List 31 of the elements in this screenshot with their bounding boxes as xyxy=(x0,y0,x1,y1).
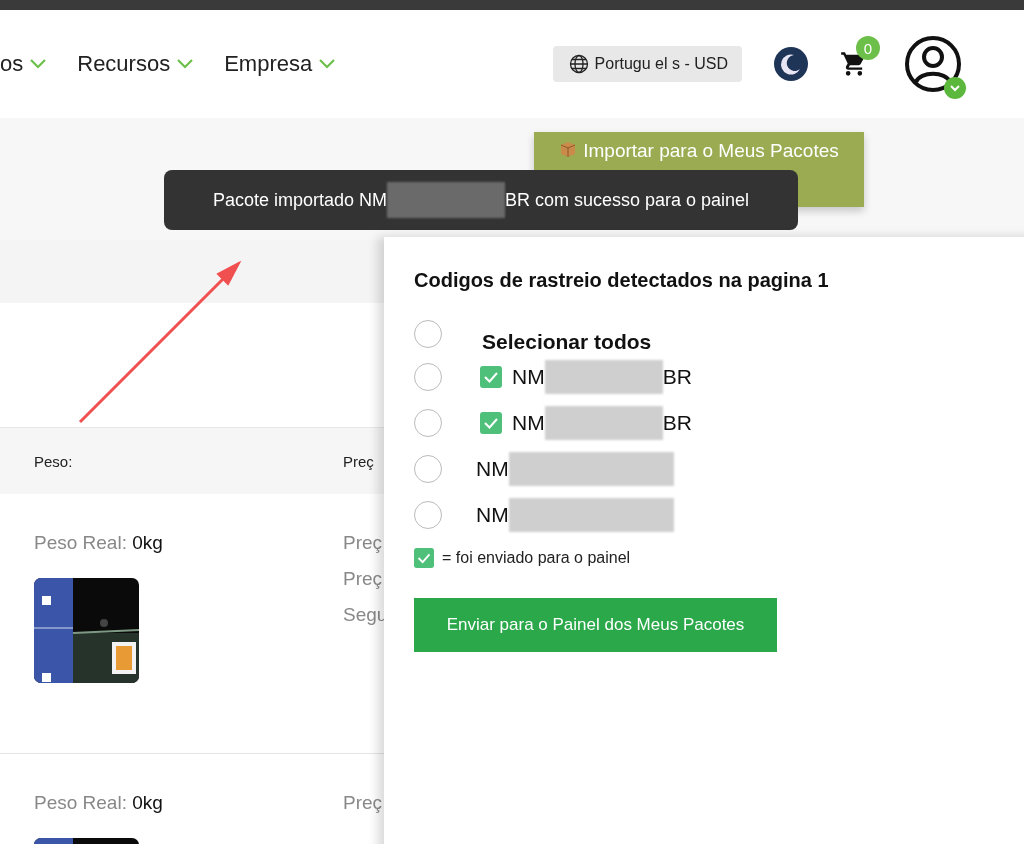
chevron-icon xyxy=(29,58,48,70)
moon-icon[interactable] xyxy=(774,47,808,81)
legend-text: = foi enviado para o painel xyxy=(442,549,631,567)
box-icon xyxy=(559,140,578,158)
tracking-code: NM xyxy=(512,365,545,389)
globe-icon xyxy=(568,54,589,74)
tracking-code: NM xyxy=(512,411,545,435)
chevron-icon xyxy=(176,58,195,70)
chevron-icon xyxy=(318,58,337,70)
price-label: Preç xyxy=(343,568,384,590)
tracking-code: NM xyxy=(476,503,509,527)
column-header: Preç xyxy=(343,452,374,470)
language-button[interactable]: Portugu el s - USD xyxy=(552,46,742,82)
panel-title: Codigos de rastreio detectados na pagina 1 xyxy=(414,269,830,292)
nav-link[interactable]: os xyxy=(0,51,48,77)
sent-check-icon xyxy=(414,548,434,568)
select-all-label[interactable]: Selecionar todos xyxy=(482,330,652,354)
avatar-icon[interactable] xyxy=(904,35,962,93)
column-header: Peso: xyxy=(34,452,74,470)
tracking-code: BR xyxy=(662,411,692,435)
dropdown-badge-icon[interactable] xyxy=(944,77,966,99)
price-label: Preç xyxy=(343,792,383,814)
weight-text: Peso Real: 0kg xyxy=(34,532,164,554)
nav-link[interactable]: Empresa xyxy=(224,51,337,77)
cart-count-badge: 0 xyxy=(856,36,880,60)
tracking-code: NM xyxy=(476,457,509,481)
nav-link[interactable]: Recursos xyxy=(77,51,195,77)
weight-text: Peso Real: 0kg xyxy=(34,792,164,814)
price-label: Preç xyxy=(343,532,384,554)
toast-text: Pacote importado NM xyxy=(212,189,387,211)
tracking-code: BR xyxy=(662,365,692,389)
